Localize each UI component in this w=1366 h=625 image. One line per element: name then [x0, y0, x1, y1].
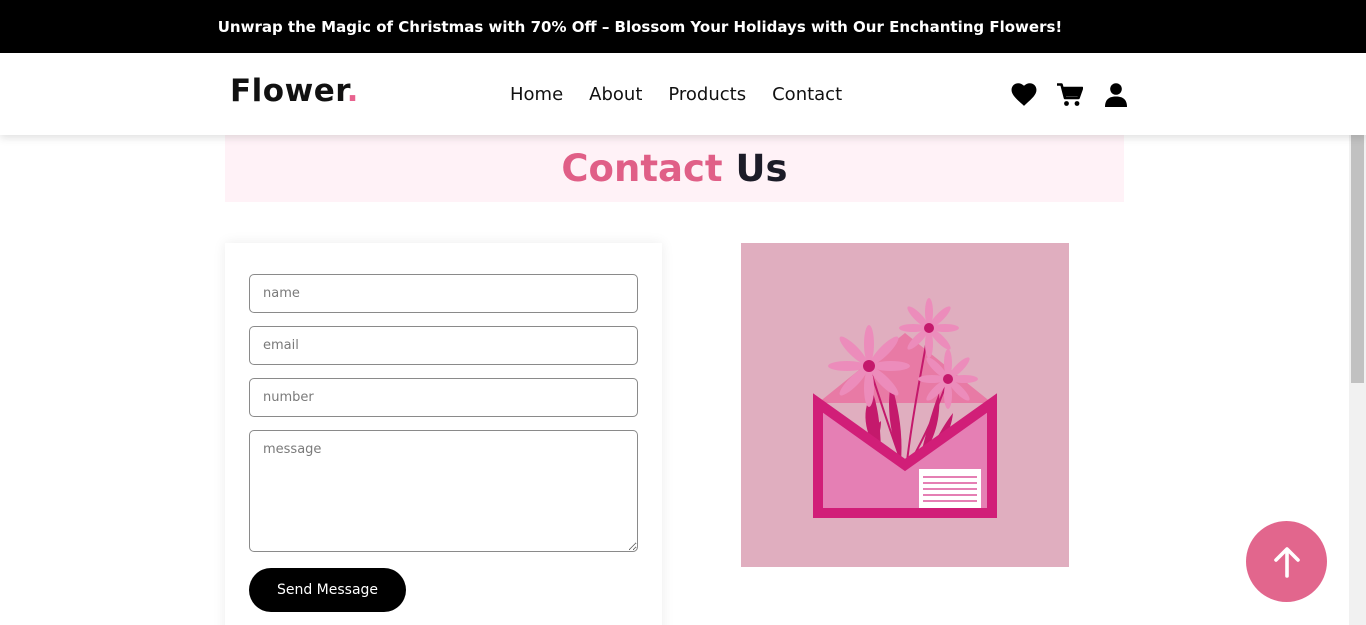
email-field[interactable] [249, 326, 638, 365]
scrollbar-thumb[interactable] [1351, 135, 1364, 383]
main-nav: Home About Products Contact [510, 84, 868, 105]
nav-home[interactable]: Home [510, 84, 563, 105]
nav-contact[interactable]: Contact [772, 84, 842, 105]
title-part-us: Us [735, 147, 788, 190]
contact-form: Send Message [225, 243, 662, 625]
page-title: Contact Us [225, 147, 1124, 190]
announcement-bar: Unwrap the Magic of Christmas with 70% O… [0, 0, 1366, 53]
navbar: Flower. Home About Products Contact [0, 53, 1366, 135]
send-message-button[interactable]: Send Message [249, 568, 406, 612]
cart-icon[interactable] [1057, 83, 1083, 107]
nav-products[interactable]: Products [668, 84, 746, 105]
arrow-up-icon [1273, 546, 1300, 578]
title-part-contact: Contact [561, 147, 723, 190]
number-field[interactable] [249, 378, 638, 417]
heart-icon[interactable] [1011, 83, 1037, 107]
scroll-to-top-button[interactable] [1246, 521, 1327, 602]
logo-dot: . [346, 73, 359, 109]
logo-text: Flower [230, 73, 347, 109]
contact-heading-band: Contact Us [225, 135, 1124, 202]
message-field[interactable] [249, 430, 638, 552]
name-field[interactable] [249, 274, 638, 313]
envelope-flowers-illustration [741, 243, 1069, 567]
user-icon[interactable] [1103, 83, 1129, 107]
logo[interactable]: Flower. [230, 73, 359, 109]
nav-about[interactable]: About [589, 84, 642, 105]
announcement-text: Unwrap the Magic of Christmas with 70% O… [217, 17, 1063, 36]
